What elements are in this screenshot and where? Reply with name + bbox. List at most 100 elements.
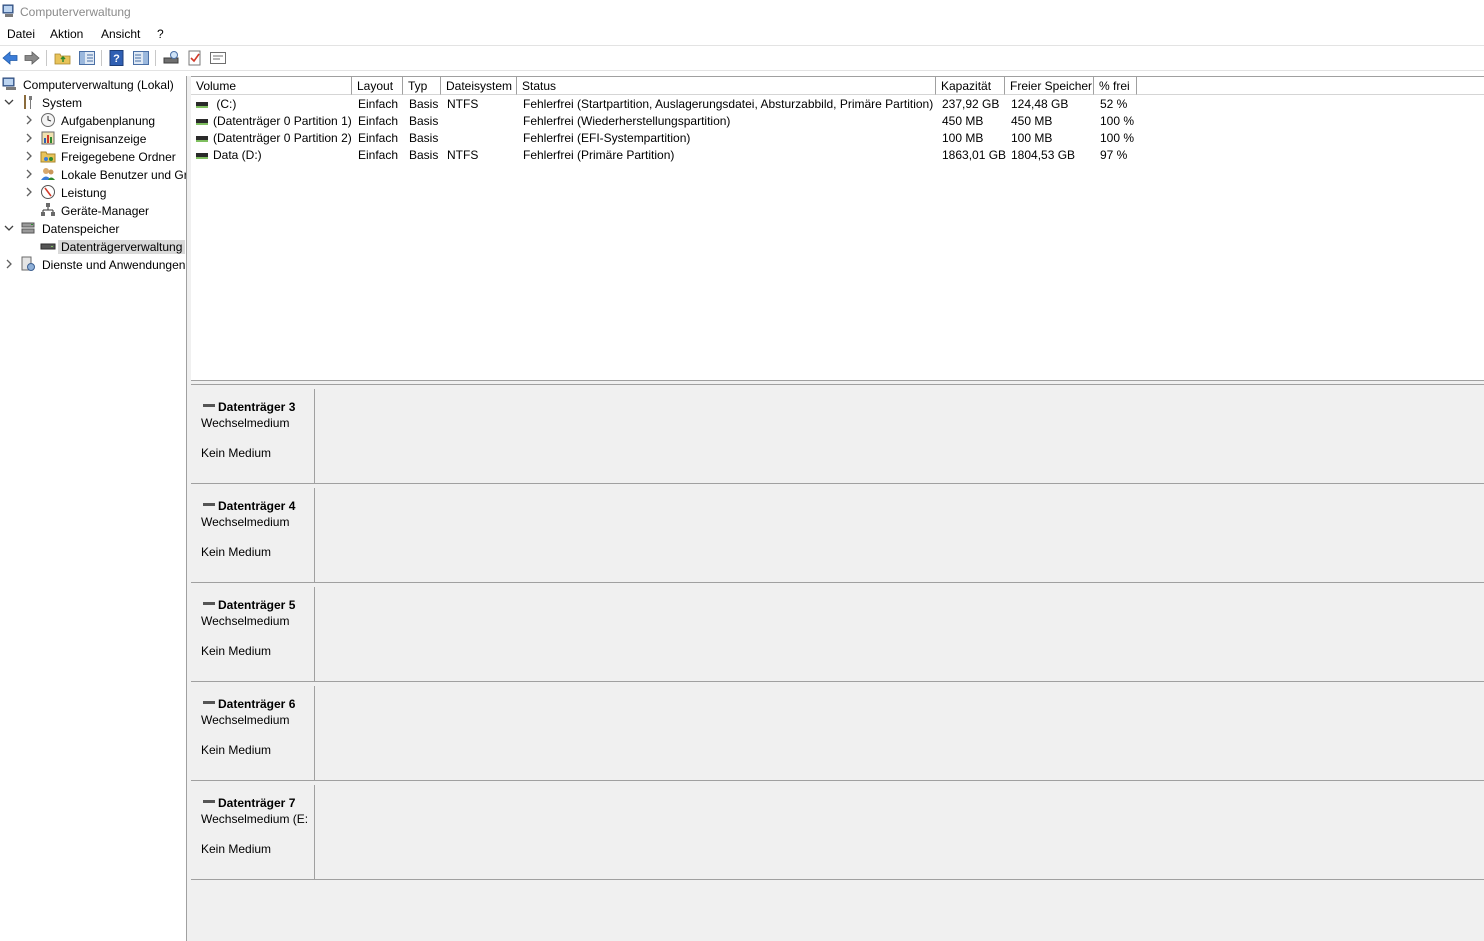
cell-volume: (Datenträger 0 Partition 2) xyxy=(213,131,352,145)
cell-layout: Einfach xyxy=(358,97,399,111)
menu-help[interactable]: ? xyxy=(157,27,164,41)
disk-media-status: Kein Medium xyxy=(201,743,272,757)
check-icon[interactable] xyxy=(186,49,204,67)
tree-node-geraete-manager[interactable]: Geräte-Manager xyxy=(0,202,186,220)
column-header-layout[interactable]: Layout xyxy=(352,77,403,95)
toolbar-separator xyxy=(101,50,102,66)
disk-icon xyxy=(203,602,215,606)
disk-media-status: Kein Medium xyxy=(201,842,272,856)
chevron-down-icon[interactable] xyxy=(4,222,14,234)
disk-label-7[interactable]: Datenträger 7 Wechselmedium (E: Kein Med… xyxy=(191,785,315,880)
tree-node-dienste[interactable]: Dienste und Anwendungen xyxy=(0,256,186,274)
chevron-down-icon[interactable] xyxy=(4,96,14,108)
up-folder-icon[interactable] xyxy=(54,49,72,67)
table-row[interactable]: (C:) xyxy=(196,96,236,113)
chevron-right-icon[interactable] xyxy=(24,150,34,162)
tree-node-ereignisanzeige[interactable]: Ereignisanzeige xyxy=(0,130,186,148)
window-title: Computerverwaltung xyxy=(20,5,131,19)
menu-aktion[interactable]: Aktion xyxy=(50,27,83,41)
properties-icon[interactable] xyxy=(209,49,227,67)
cell-typ: Basis xyxy=(409,97,439,111)
chevron-right-icon[interactable] xyxy=(4,258,14,270)
services-icon xyxy=(21,256,35,271)
cell-prozent-frei: 100 % xyxy=(1100,131,1135,145)
disk-label-4[interactable]: Datenträger 4 Wechselmedium Kein Medium xyxy=(191,488,315,583)
column-header-typ[interactable]: Typ xyxy=(403,77,441,95)
column-header-freier-speicher[interactable]: Freier Speicher xyxy=(1005,77,1094,95)
column-header-dateisystem[interactable]: Dateisystem xyxy=(441,77,517,95)
back-arrow-icon[interactable] xyxy=(1,49,19,67)
tree-node-datenspeicher[interactable]: Datenspeicher xyxy=(0,220,186,238)
users-icon xyxy=(41,168,55,180)
toolbar-separator xyxy=(155,50,156,66)
cell-freier-speicher: 124,48 GB xyxy=(1011,97,1069,111)
tree-node-lokale-benutzer[interactable]: Lokale Benutzer und Gr xyxy=(0,166,186,184)
disk-type: Wechselmedium xyxy=(201,614,290,628)
disk-icon xyxy=(203,701,215,705)
tree-node-freigegebene-ordner[interactable]: Freigegebene Ordner xyxy=(0,148,186,166)
connect-icon[interactable] xyxy=(162,49,180,67)
disk-area-4[interactable] xyxy=(315,488,1484,583)
shared-folder-icon xyxy=(40,151,56,163)
chevron-right-icon[interactable] xyxy=(24,114,34,126)
disk-name: Datenträger 4 xyxy=(218,499,296,513)
chevron-right-icon[interactable] xyxy=(24,186,34,198)
cell-layout: Einfach xyxy=(358,114,399,128)
disk-label-5[interactable]: Datenträger 5 Wechselmedium Kein Medium xyxy=(191,587,315,682)
tree-node-aufgabenplanung[interactable]: Aufgabenplanung xyxy=(0,112,186,130)
column-header-kapazitaet[interactable]: Kapazität xyxy=(936,77,1005,95)
event-viewer-icon xyxy=(41,131,55,145)
disk-row-5: Datenträger 5 Wechselmedium Kein Medium xyxy=(191,583,1484,682)
disk-area-3[interactable] xyxy=(315,389,1484,484)
tree-label-leistung: Leistung xyxy=(61,186,107,200)
volume-icon xyxy=(196,152,208,159)
cell-freier-speicher: 100 MB xyxy=(1011,131,1053,145)
table-row[interactable]: (Datenträger 0 Partition 2) xyxy=(196,130,352,147)
chevron-right-icon[interactable] xyxy=(24,132,34,144)
column-header-status[interactable]: Status xyxy=(517,77,936,95)
disk-type: Wechselmedium xyxy=(201,515,290,529)
tree-node-system[interactable]: System xyxy=(0,94,186,112)
disk-label-6[interactable]: Datenträger 6 Wechselmedium Kein Medium xyxy=(191,686,315,781)
disk-row-3: Datenträger 3 Wechselmedium Kein Medium xyxy=(191,385,1484,484)
disk-type: Wechselmedium xyxy=(201,713,290,727)
menu-datei[interactable]: Datei xyxy=(7,27,35,41)
forward-arrow-icon[interactable] xyxy=(23,49,41,67)
tree-label-dienste: Dienste und Anwendungen xyxy=(42,258,186,272)
column-header-volume[interactable]: Volume xyxy=(191,77,352,95)
tree-node-datentraegerverwaltung[interactable]: Datenträgerverwaltung xyxy=(0,238,186,256)
tree-label-root: Computerverwaltung (Lokal) xyxy=(23,78,174,92)
disk-label-3[interactable]: Datenträger 3 Wechselmedium Kein Medium xyxy=(191,389,315,484)
cell-layout: Einfach xyxy=(358,148,399,162)
cell-dateisystem: NTFS xyxy=(447,97,479,111)
disk-icon xyxy=(203,800,215,804)
table-row[interactable]: (Datenträger 0 Partition 1) xyxy=(196,113,352,130)
show-hide-tree-icon[interactable] xyxy=(78,49,96,67)
help-icon[interactable]: ? xyxy=(108,49,126,67)
disk-view: Datenträger 3 Wechselmedium Kein Medium … xyxy=(191,385,1484,941)
disk-type: Wechselmedium (E: xyxy=(201,812,309,826)
column-header-prozent-frei[interactable]: % frei xyxy=(1094,77,1137,95)
cell-prozent-frei: 100 % xyxy=(1100,114,1135,128)
disk-management-icon xyxy=(40,243,56,250)
system-tools-icon xyxy=(24,95,32,109)
storage-icon xyxy=(21,222,35,234)
cell-kapazitaet: 100 MB xyxy=(942,131,984,145)
navigation-tree: Computerverwaltung (Lokal) System Aufgab… xyxy=(0,76,186,941)
disk-area-6[interactable] xyxy=(315,686,1484,781)
clock-icon xyxy=(41,113,55,127)
cell-kapazitaet: 1863,01 GB xyxy=(942,148,1007,162)
table-row[interactable]: Data (D:) xyxy=(196,147,262,164)
disk-area-7[interactable] xyxy=(315,785,1484,880)
chevron-right-icon[interactable] xyxy=(24,168,34,180)
disk-icon xyxy=(203,503,215,507)
show-hide-action-pane-icon[interactable] xyxy=(132,49,150,67)
tree-node-leistung[interactable]: Leistung xyxy=(0,184,186,202)
disk-row-7: Datenträger 7 Wechselmedium (E: Kein Med… xyxy=(191,781,1484,880)
performance-icon xyxy=(41,185,55,199)
tree-node-root[interactable]: Computerverwaltung (Lokal) xyxy=(0,76,186,94)
cell-typ: Basis xyxy=(409,131,439,145)
disk-area-5[interactable] xyxy=(315,587,1484,682)
menu-ansicht[interactable]: Ansicht xyxy=(101,27,140,41)
tree-label-datenspeicher: Datenspeicher xyxy=(42,222,120,236)
